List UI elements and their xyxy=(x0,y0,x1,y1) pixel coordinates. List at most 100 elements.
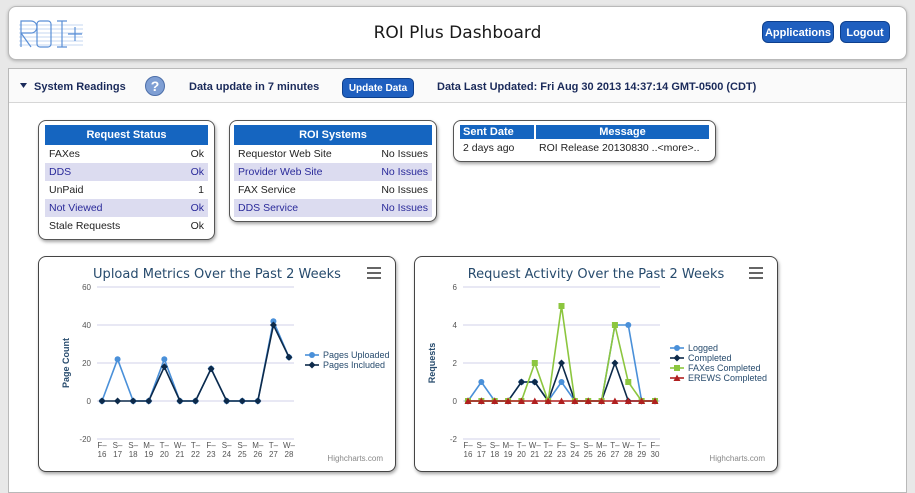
x-tick-label: 23 xyxy=(557,450,566,459)
app-header: ROI Plus Dashboard Applications Logout xyxy=(8,6,907,60)
status-value: Ok xyxy=(190,148,204,160)
data-point xyxy=(558,379,565,385)
y-tick-label: -20 xyxy=(79,435,91,444)
system-value: No Issues xyxy=(381,166,428,178)
x-tick-label: 18 xyxy=(129,450,138,459)
x-tick-label: T– xyxy=(637,441,647,450)
y-tick-label: 2 xyxy=(453,359,458,368)
status-row: DDS Ok xyxy=(45,163,208,181)
x-tick-label: 19 xyxy=(504,450,513,459)
x-tick-label: W– xyxy=(174,441,187,450)
status-label: DDS xyxy=(49,166,72,178)
legend-item: Logged xyxy=(688,343,718,353)
x-tick-label: F– xyxy=(557,441,567,450)
x-tick-label: T– xyxy=(269,441,279,450)
x-tick-label: 17 xyxy=(477,450,486,459)
x-tick-label: 26 xyxy=(597,450,606,459)
x-tick-label: S– xyxy=(113,441,123,450)
system-value: No Issues xyxy=(381,184,428,196)
x-tick-label: 20 xyxy=(160,450,169,459)
x-tick-label: F– xyxy=(206,441,216,450)
data-point xyxy=(625,322,632,328)
x-tick-label: 25 xyxy=(584,450,593,459)
system-row: Provider Web Site No Issues xyxy=(234,163,432,181)
system-row: Requestor Web Site No Issues xyxy=(234,145,432,163)
status-value: 1 xyxy=(198,184,204,196)
system-label: DDS Service xyxy=(238,202,299,214)
x-tick-label: S– xyxy=(476,441,486,450)
legend-item: FAXes Completed xyxy=(688,363,761,373)
x-tick-label: 30 xyxy=(651,450,660,459)
y-tick-label: 40 xyxy=(82,321,91,330)
x-tick-label: 18 xyxy=(490,450,499,459)
legend-item: Completed xyxy=(688,353,732,363)
system-readings-toolbar: System Readings ? Data update in 7 minut… xyxy=(9,69,906,103)
x-tick-label: 29 xyxy=(637,450,646,459)
data-point xyxy=(145,397,153,405)
data-point xyxy=(625,379,632,385)
y-axis-label: Requests xyxy=(427,343,437,384)
data-point xyxy=(161,356,168,363)
roi-systems-card: ROI Systems Requestor Web Site No Issues … xyxy=(229,120,437,222)
upload-metrics-plot: -200204060Page CountF–16S–17S–18M–19T–20… xyxy=(61,283,390,459)
status-label: FAXes xyxy=(49,148,80,160)
messages-card: Sent Date Message 2 days ago ROI Release… xyxy=(453,120,716,162)
x-tick-label: 24 xyxy=(570,450,579,459)
data-point xyxy=(192,397,199,405)
x-tick-label: S– xyxy=(128,441,138,450)
x-tick-label: T– xyxy=(543,441,553,450)
y-tick-label: 4 xyxy=(453,321,458,330)
legend-item: Pages Uploaded xyxy=(323,350,390,360)
series-faxes-completed xyxy=(465,303,658,404)
data-point xyxy=(674,365,680,371)
status-label: UnPaid xyxy=(49,184,84,196)
sent-date-header: Sent Date xyxy=(460,125,534,139)
system-value: No Issues xyxy=(381,148,428,160)
system-label: Requestor Web Site xyxy=(238,148,332,160)
x-tick-label: T– xyxy=(160,441,170,450)
data-point xyxy=(558,303,565,309)
data-point xyxy=(309,352,315,358)
data-point xyxy=(98,397,106,405)
status-row: Stale Requests Ok xyxy=(45,217,208,235)
section-label[interactable]: System Readings xyxy=(34,81,126,93)
messages-header: Sent Date Message xyxy=(460,125,709,139)
x-tick-label: F– xyxy=(97,441,107,450)
request-activity-plot: -20246RequestsF–16S–17S–18M–19T–20W–21T–… xyxy=(427,283,767,459)
x-tick-label: T– xyxy=(191,441,201,450)
message-text[interactable]: ROI Release 20130830 ..<more>.. xyxy=(539,139,700,157)
x-tick-label: 27 xyxy=(269,450,278,459)
system-readings-panel: System Readings ? Data update in 7 minut… xyxy=(8,68,907,493)
status-value: Ok xyxy=(190,166,204,178)
y-axis-label: Page Count xyxy=(61,338,71,388)
status-value: Ok xyxy=(190,202,204,214)
applications-button[interactable]: Applications xyxy=(762,21,834,43)
x-tick-label: S– xyxy=(570,441,580,450)
chart-credit[interactable]: Highcharts.com xyxy=(709,454,765,463)
x-tick-label: 26 xyxy=(253,450,262,459)
status-row: Not Viewed Ok xyxy=(45,199,208,217)
x-tick-label: M– xyxy=(596,441,608,450)
status-value: Ok xyxy=(190,220,204,232)
x-tick-label: S– xyxy=(237,441,247,450)
x-tick-label: 23 xyxy=(207,450,216,459)
collapse-arrow-icon[interactable] xyxy=(20,83,27,89)
request-status-card: Request Status FAXes Ok DDS Ok UnPaid 1 Not… xyxy=(38,120,215,240)
x-tick-label: 22 xyxy=(191,450,200,459)
update-data-button[interactable]: Update Data xyxy=(342,78,414,98)
x-tick-label: 21 xyxy=(530,450,539,459)
x-tick-label: M– xyxy=(503,441,515,450)
message-date: 2 days ago xyxy=(463,142,515,154)
system-row: DDS Service No Issues xyxy=(234,199,432,217)
logout-button[interactable]: Logout xyxy=(840,21,890,43)
legend-item: EREWS Completed xyxy=(688,373,767,383)
x-tick-label: T– xyxy=(517,441,527,450)
x-tick-label: 19 xyxy=(144,450,153,459)
status-row: UnPaid 1 xyxy=(45,181,208,199)
chart-credit[interactable]: Highcharts.com xyxy=(327,454,383,463)
legend-item: Pages Included xyxy=(323,360,385,370)
x-tick-label: F– xyxy=(463,441,473,450)
series-pages-uploaded xyxy=(99,318,292,404)
help-icon[interactable]: ? xyxy=(145,76,165,96)
message-row[interactable]: 2 days ago ROI Release 20130830 ..<more>… xyxy=(460,139,709,157)
